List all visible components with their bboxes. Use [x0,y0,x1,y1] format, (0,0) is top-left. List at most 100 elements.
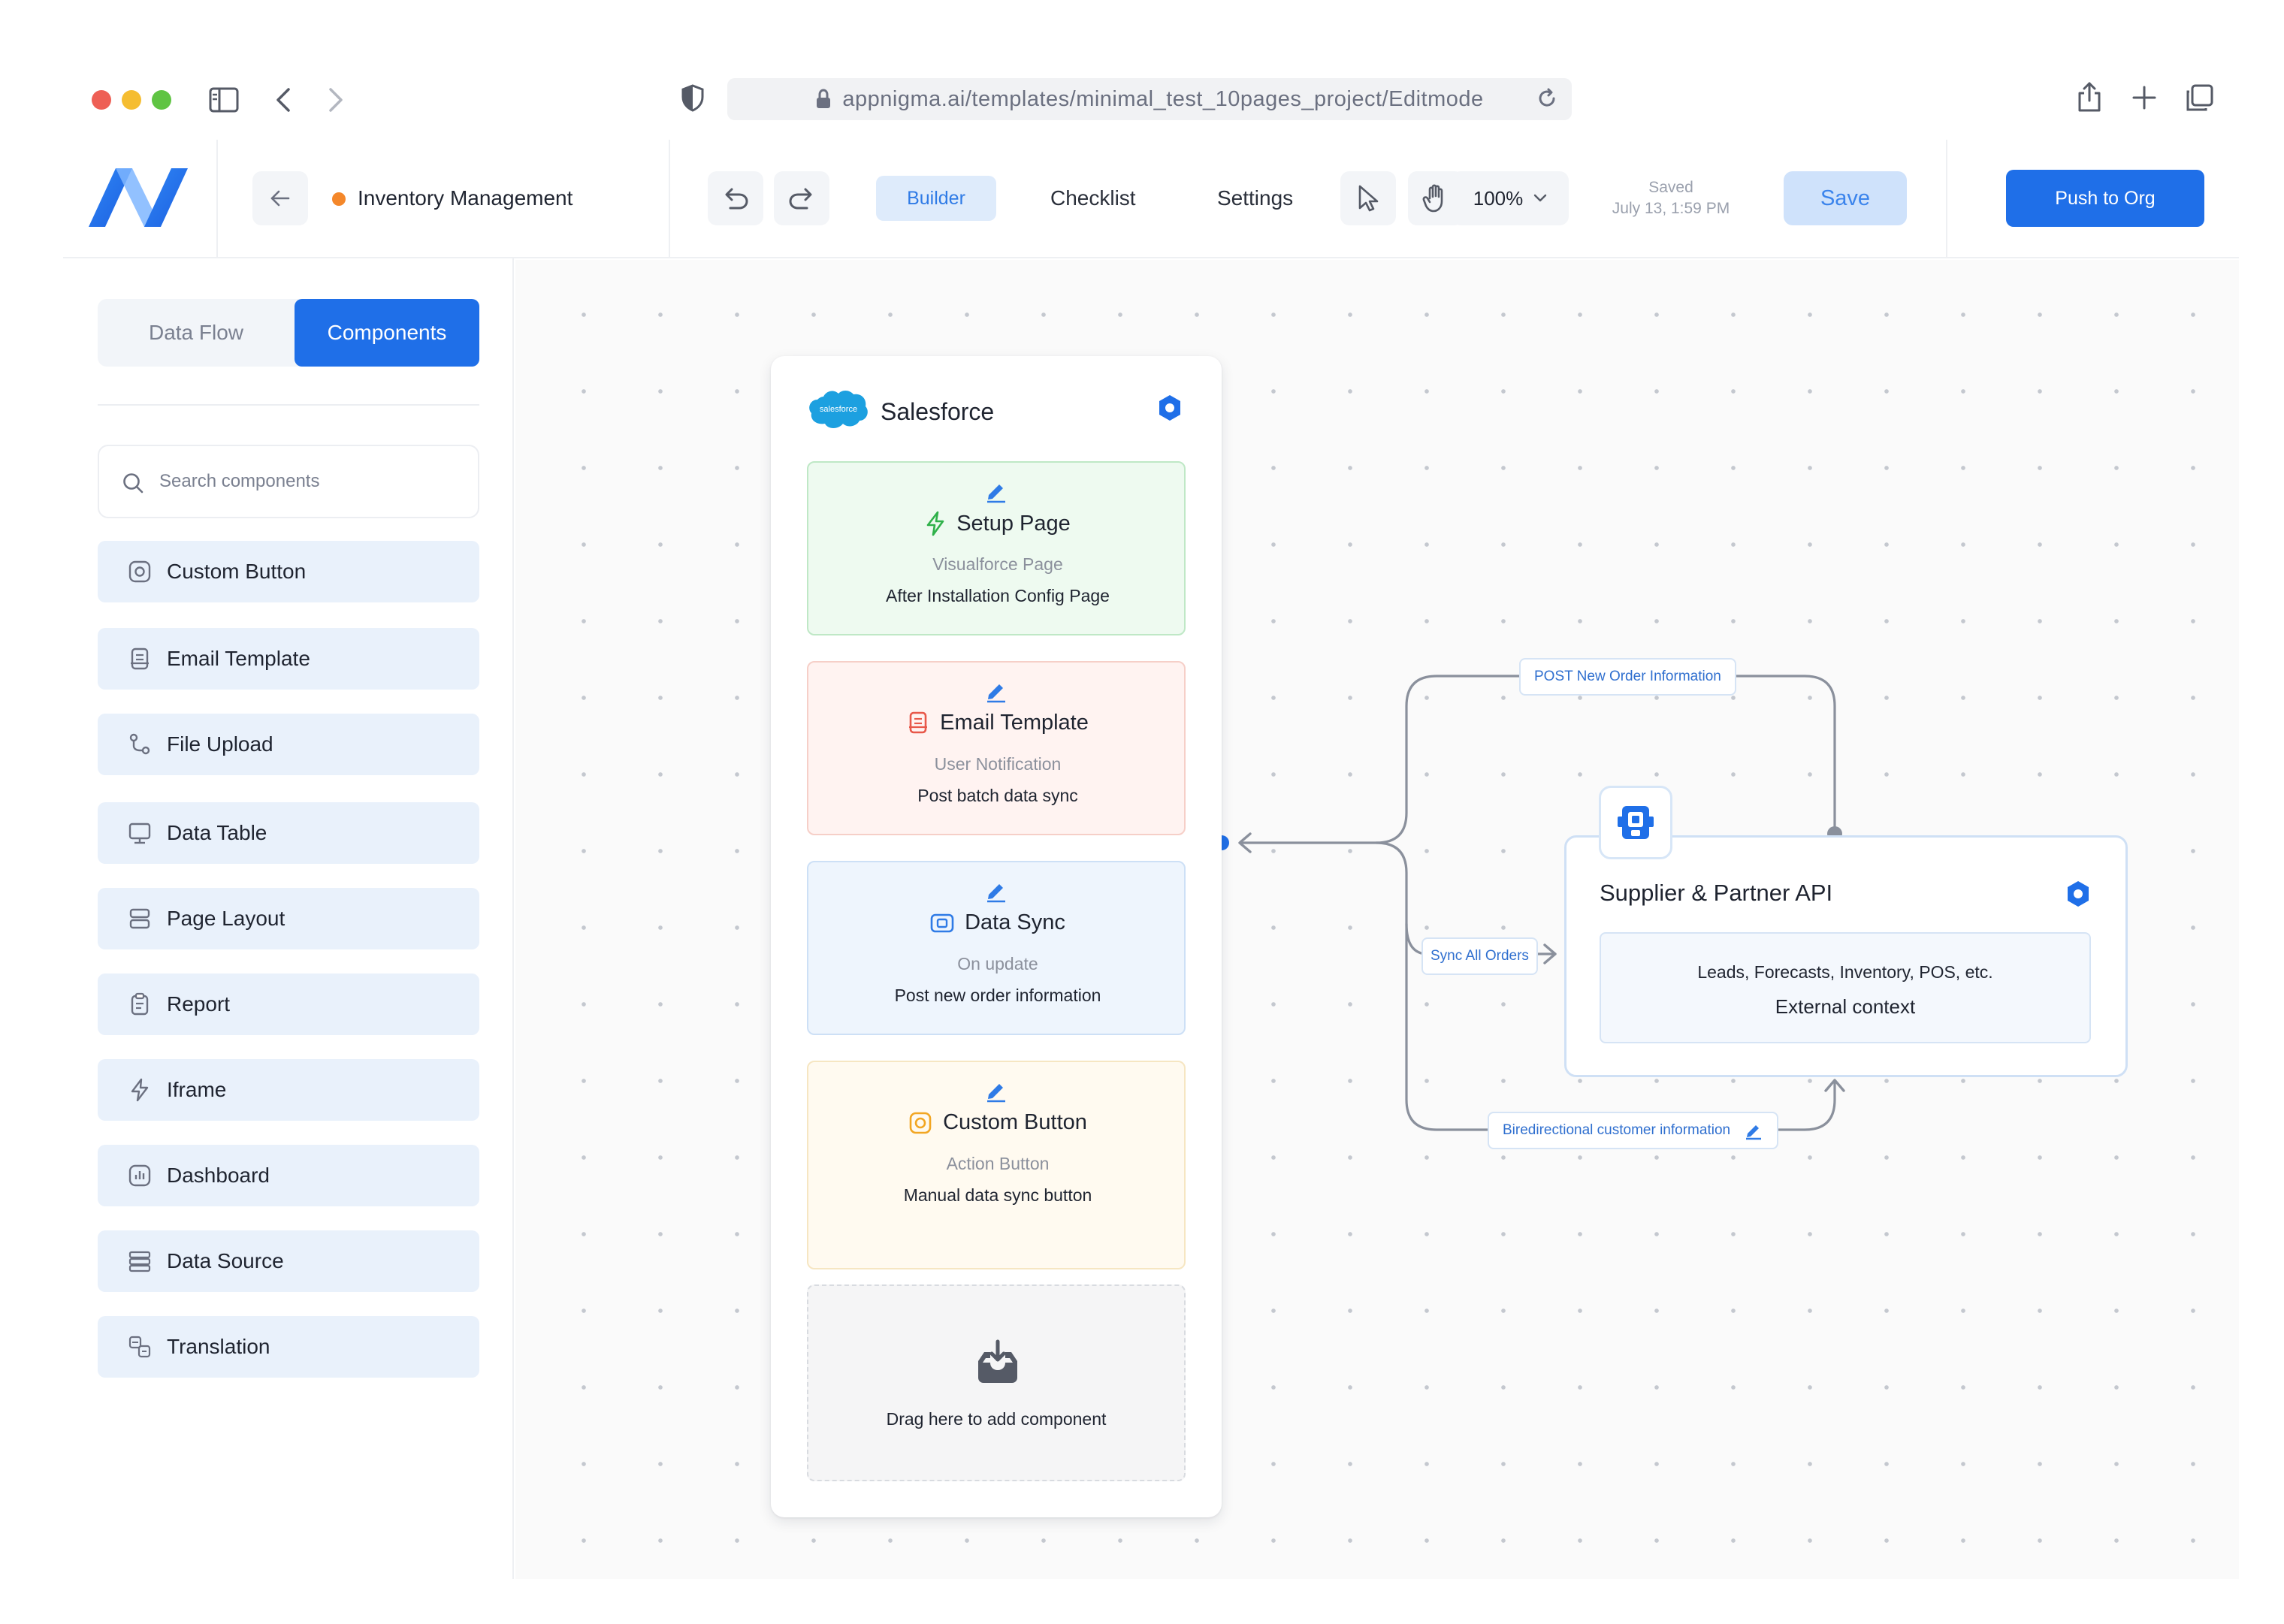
component-title-text: Data Sync [965,910,1065,934]
privacy-shield-icon[interactable] [681,84,705,113]
connection-label-text: Biredirectional customer information [1503,1122,1731,1138]
salesforce-card[interactable]: salesforce Salesforce Setup Page Visualf… [771,356,1222,1517]
tab-checklist[interactable]: Checklist [1050,186,1136,210]
data-source-icon [128,1251,151,1272]
app-header: Inventory Management Builder Checklist S… [63,140,2239,258]
header-separator [1946,140,1947,257]
sidebar-item-email-template[interactable]: Email Template [98,628,479,690]
hand-icon [1422,184,1443,213]
back-button[interactable] [252,171,308,225]
dashboard-icon [128,1164,151,1187]
search-box [98,445,479,518]
component-subtitle: Visualforce Page [932,554,1063,574]
header-separator [669,140,670,257]
component-subtitle: Action Button [946,1154,1050,1173]
edit-icon[interactable] [1744,1121,1763,1140]
maximize-window-dot[interactable] [152,90,171,110]
connection-label-text: Sync All Orders [1431,948,1529,964]
component-card-email-template[interactable]: Email Template User Notification Post ba… [807,661,1186,835]
edit-icon[interactable] [984,679,1008,703]
sidebar-item-data-source[interactable]: Data Source [98,1230,479,1292]
component-title: Custom Button [808,1110,1187,1135]
component-card-setup-page[interactable]: Setup Page Visualforce Page After Instal… [807,461,1186,635]
sidebar-item-label: Report [167,992,231,1016]
supplier-api-card[interactable]: Supplier & Partner API Leads, Forecasts,… [1564,835,2128,1077]
component-drop-zone[interactable]: Drag here to add component [807,1284,1186,1481]
chevron-down-icon [1534,194,1547,202]
component-card-data-sync[interactable]: Data Sync On update Post new order infor… [807,861,1186,1035]
header-separator [216,140,218,257]
connection-label-bidirectional[interactable]: Biredirectional customer information [1488,1112,1779,1149]
component-subtitle: On update [957,954,1038,973]
components-sidebar: Data Flow Components Custom Button Email… [63,258,514,1579]
connected-badge-icon [1159,395,1180,421]
tab-components[interactable]: Components [295,299,479,367]
search-icon [123,473,144,494]
connection-label-post-order[interactable]: POST New Order Information [1519,658,1736,696]
select-tool-button[interactable] [1340,171,1396,225]
close-window-dot[interactable] [92,90,111,110]
custom-button-icon [909,1112,932,1133]
reload-icon[interactable] [1536,87,1558,110]
appnigma-logo[interactable] [86,162,192,237]
search-input[interactable] [159,464,460,499]
edit-icon[interactable] [984,1079,1008,1103]
project-name: Inventory Management [358,186,573,210]
connection-label-sync-orders[interactable]: Sync All Orders [1421,937,1538,975]
save-status: Saved July 13, 1:59 PM [1603,177,1739,219]
sidebar-item-label: Translation [167,1335,270,1358]
data-table-icon [128,823,151,844]
sidebar-item-report[interactable]: Report [98,973,479,1035]
url-text: appnigma.ai/templates/minimal_test_10pag… [842,86,1484,111]
arrow-left-icon [270,190,290,207]
page-layout-icon [129,908,150,929]
component-subtitle: User Notification [934,754,1062,774]
tab-settings[interactable]: Settings [1217,186,1293,210]
cursor-icon [1358,185,1379,212]
tab-builder[interactable]: Builder [876,176,996,221]
zoom-select[interactable]: 100% [1452,171,1569,225]
address-bar[interactable]: appnigma.ai/templates/minimal_test_10pag… [727,78,1572,120]
share-icon[interactable] [2077,81,2102,113]
browser-forward-icon[interactable] [328,87,344,113]
component-title-text: Custom Button [943,1110,1087,1134]
component-card-custom-button[interactable]: Custom Button Action Button Manual data … [807,1061,1186,1269]
saved-label: Saved [1648,179,1693,196]
translation-icon [128,1336,151,1358]
save-button[interactable]: Save [1784,171,1907,225]
browser-back-icon[interactable] [275,87,292,113]
email-template-icon [131,647,149,670]
supplier-api-icon-tile [1599,786,1672,859]
component-title: Setup Page [808,511,1187,536]
tab-overview-icon[interactable] [2185,84,2213,113]
sidebar-item-label: Custom Button [167,560,307,583]
new-tab-icon[interactable] [2132,86,2156,110]
component-title-text: Email Template [940,711,1089,735]
sidebar-item-iframe[interactable]: Iframe [98,1059,479,1121]
sidebar-item-file-upload[interactable]: File Upload [98,714,479,775]
tab-data-flow[interactable]: Data Flow [98,299,295,367]
sidebar-item-custom-button[interactable]: Custom Button [98,541,479,602]
sidebar-item-dashboard[interactable]: Dashboard [98,1145,479,1206]
sidebar-item-label: Iframe [167,1078,227,1101]
redo-button[interactable] [774,171,829,225]
component-description: After Installation Config Page [886,586,1110,605]
file-upload-icon [129,733,150,755]
connected-badge-icon [2068,881,2089,907]
edit-icon[interactable] [984,879,1008,903]
sidebar-item-label: Data Source [167,1249,284,1272]
component-description: Post batch data sync [917,786,1078,805]
lock-icon [817,89,831,108]
salesforce-logo-text: salesforce [820,405,857,414]
sidebar-item-translation[interactable]: Translation [98,1316,479,1378]
sidebar-item-page-layout[interactable]: Page Layout [98,888,479,949]
sidebar-toggle-icon[interactable] [209,87,239,113]
edit-icon[interactable] [984,479,1008,503]
drop-zone-text: Drag here to add component [886,1409,1107,1429]
project-status-dot [332,192,346,206]
minimize-window-dot[interactable] [122,90,141,110]
connection-label-text: POST New Order Information [1534,669,1721,684]
push-to-org-button[interactable]: Push to Org [2006,170,2204,227]
sidebar-item-data-table[interactable]: Data Table [98,802,479,864]
undo-button[interactable] [708,171,763,225]
